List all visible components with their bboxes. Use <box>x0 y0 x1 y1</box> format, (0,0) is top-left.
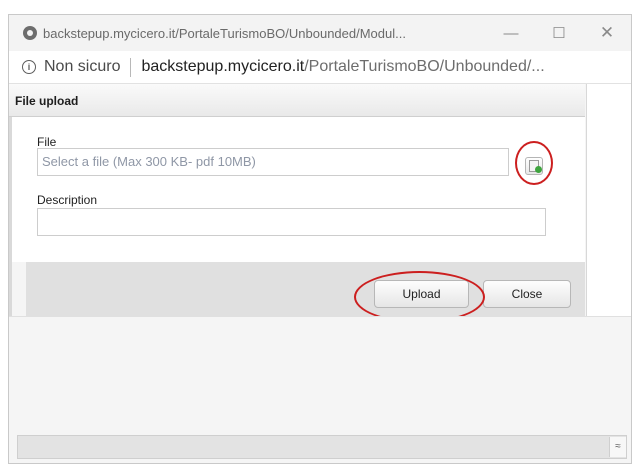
dialog-body <box>9 117 585 262</box>
browser-logo-icon <box>23 26 37 40</box>
lower-empty-area: ≈ <box>9 316 631 463</box>
address-divider <box>130 57 132 77</box>
scroll-up-icon[interactable]: ≈ <box>609 437 626 457</box>
security-label[interactable]: Non sicuro <box>44 58 120 76</box>
window-title: backstepup.mycicero.it/PortaleTurismoBO/… <box>43 25 406 41</box>
close-window-button[interactable]: ✕ <box>587 15 627 51</box>
address-bar[interactable]: i Non sicuro backstepup.mycicero.it/Port… <box>9 51 631 84</box>
description-label: Description <box>37 193 98 207</box>
description-field[interactable] <box>37 208 546 236</box>
info-icon[interactable]: i <box>22 60 36 74</box>
page-content: File upload File Select a file (Max 300 … <box>9 84 631 463</box>
url-path: /PortaleTurismoBO/Unbounded/... <box>304 58 545 75</box>
right-panel <box>586 84 631 316</box>
status-bar: ≈ <box>17 435 627 459</box>
browser-popup-window: backstepup.mycicero.it/PortaleTurismoBO/… <box>8 14 632 464</box>
dialog-title: File upload <box>15 94 79 108</box>
dialog-header: File upload <box>9 84 585 117</box>
file-label: File <box>37 135 57 149</box>
annotation-circle-browse <box>515 141 553 185</box>
dialog-left-edge <box>9 117 12 316</box>
url-text[interactable]: backstepup.mycicero.it/PortaleTurismoBO/… <box>141 58 544 76</box>
minimize-button[interactable]: — <box>491 15 531 51</box>
maximize-button[interactable]: ☐ <box>539 15 579 51</box>
window-title-bar: backstepup.mycicero.it/PortaleTurismoBO/… <box>9 15 631 51</box>
file-field[interactable]: Select a file (Max 300 KB- pdf 10MB) <box>37 148 509 176</box>
url-host: backstepup.mycicero.it <box>141 58 305 75</box>
close-button[interactable]: Close <box>483 280 571 308</box>
